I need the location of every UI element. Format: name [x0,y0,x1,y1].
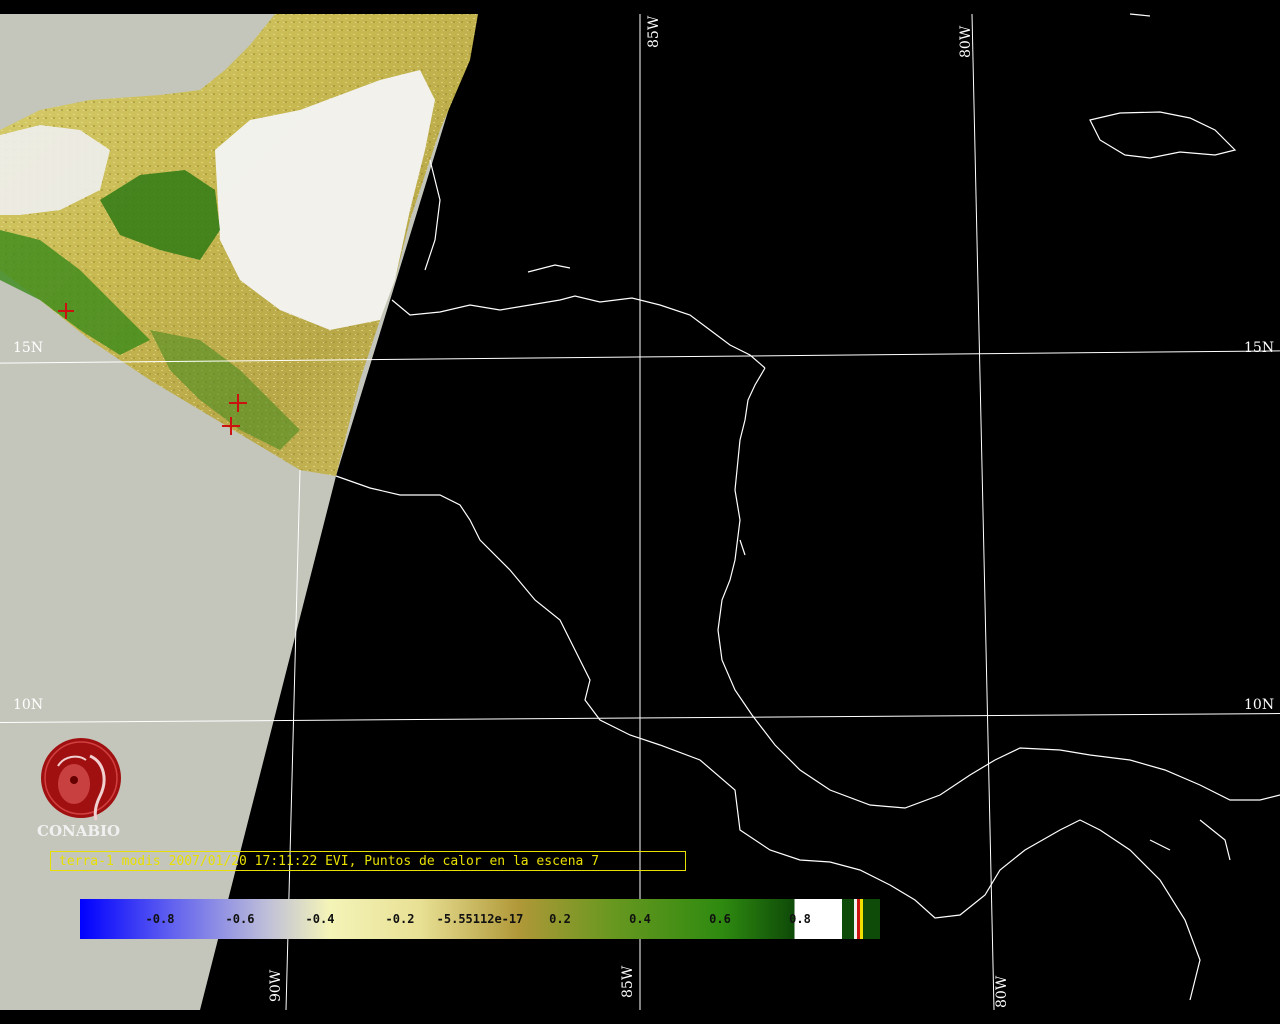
colorbar-tick-2: -0.6 [225,912,255,926]
lon-label-top-85w: 85W [646,15,662,48]
lon-label-bottom-85w: 85W [620,965,636,998]
colorbar-tick-6: 0.2 [549,912,571,926]
lat-label-right-15n: 15N [1244,340,1275,356]
colorbar-white-swatch [836,899,842,939]
colorbar-yellow-swatch [860,899,863,939]
colorbar-dark-swatch [842,899,854,939]
colorbar-cloud-swatch [854,899,857,939]
colorbar-tick-4: -0.2 [385,912,415,926]
lon-label-bottom-80w: 80W [994,975,1010,1008]
lat-label-left-10n: 10N [13,697,44,713]
colorbar-tick-1: -0.8 [145,912,175,926]
colorbar-tick-7: 0.4 [629,912,651,926]
lon-label-bottom-90w: 90W [268,969,284,1002]
colorbar-tick-3: -0.4 [305,912,335,926]
conabio-macaw-seal-icon [41,738,121,821]
lat-label-left-15n: 15N [13,340,44,356]
lon-label-top-80w: 80W [958,25,974,58]
colorbar-fire-swatch [857,899,860,939]
colorbar-tick-8: 0.6 [709,912,731,926]
colorbar-tick-5: -5.55112e-17 [436,912,524,926]
scene-caption: terra-1 modis 2007/01/20 17:11:22 EVI, P… [50,851,686,871]
colorbar-tick-9: 0.8 [789,912,811,926]
conabio-wordmark: CONABIO [37,822,121,840]
colorbar-end-swatch [863,899,880,939]
lat-label-right-10n: 10N [1244,697,1275,713]
